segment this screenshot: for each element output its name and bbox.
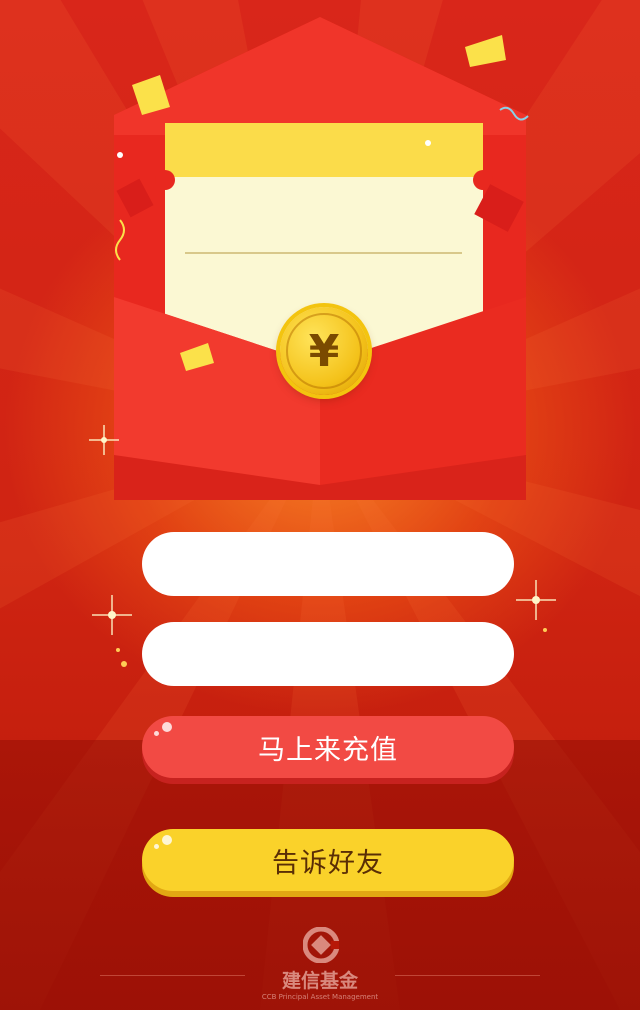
share-button[interactable]: 告诉好友 (142, 829, 514, 891)
form-field-1[interactable] (142, 532, 514, 596)
ccb-logo-icon (303, 927, 339, 963)
recharge-button-label: 马上来充值 (258, 734, 398, 766)
button-gloss (162, 722, 172, 732)
form-field-2[interactable] (142, 622, 514, 686)
button-gloss (162, 835, 172, 845)
brand-name-en: CCB Principal Asset Management (261, 993, 379, 1001)
recharge-button[interactable]: 马上来充值 (142, 716, 514, 778)
share-button-label: 告诉好友 (272, 847, 384, 879)
brand-name-cn: 建信基金 (281, 970, 358, 992)
footer-divider-right (395, 975, 540, 976)
footer-divider-left (100, 975, 245, 976)
button-gloss (154, 844, 159, 849)
button-gloss (154, 731, 159, 736)
